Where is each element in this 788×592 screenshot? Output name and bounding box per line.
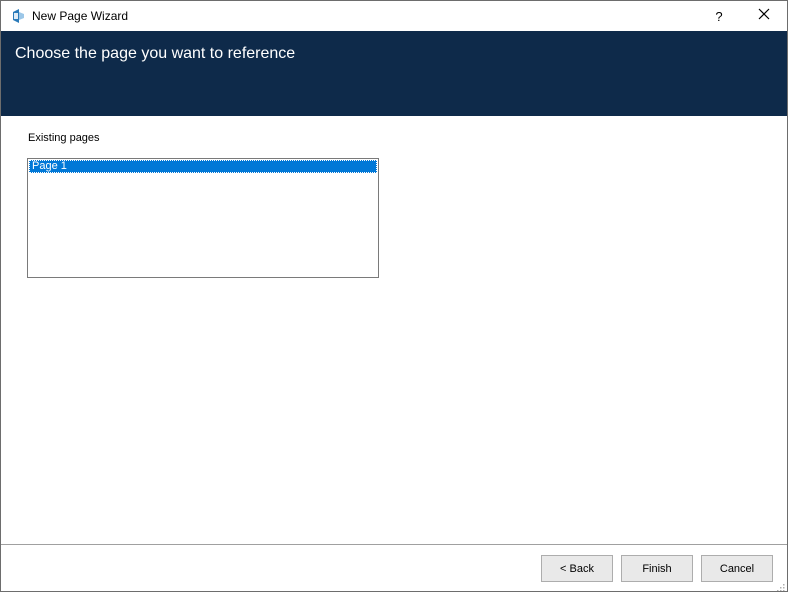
help-button[interactable]: ?: [701, 1, 737, 31]
window-title: New Page Wizard: [32, 9, 129, 23]
header-banner: Choose the page you want to reference: [1, 31, 787, 116]
cancel-button[interactable]: Cancel: [701, 555, 773, 582]
footer: < Back Finish Cancel: [1, 545, 787, 591]
resize-grip-icon[interactable]: [775, 579, 785, 591]
close-icon: [758, 7, 770, 25]
title-bar: New Page Wizard ?: [1, 1, 787, 31]
list-item[interactable]: Page 1: [29, 160, 377, 173]
existing-pages-list[interactable]: Page 1: [27, 158, 379, 278]
close-button[interactable]: [741, 1, 787, 31]
existing-pages-label: Existing pages: [28, 132, 100, 144]
page-title: Choose the page you want to reference: [15, 45, 296, 62]
onenote-icon: [10, 8, 26, 24]
finish-button[interactable]: Finish: [621, 555, 693, 582]
wizard-window: New Page Wizard ? Choose the page you wa…: [0, 0, 788, 592]
back-button[interactable]: < Back: [541, 555, 613, 582]
